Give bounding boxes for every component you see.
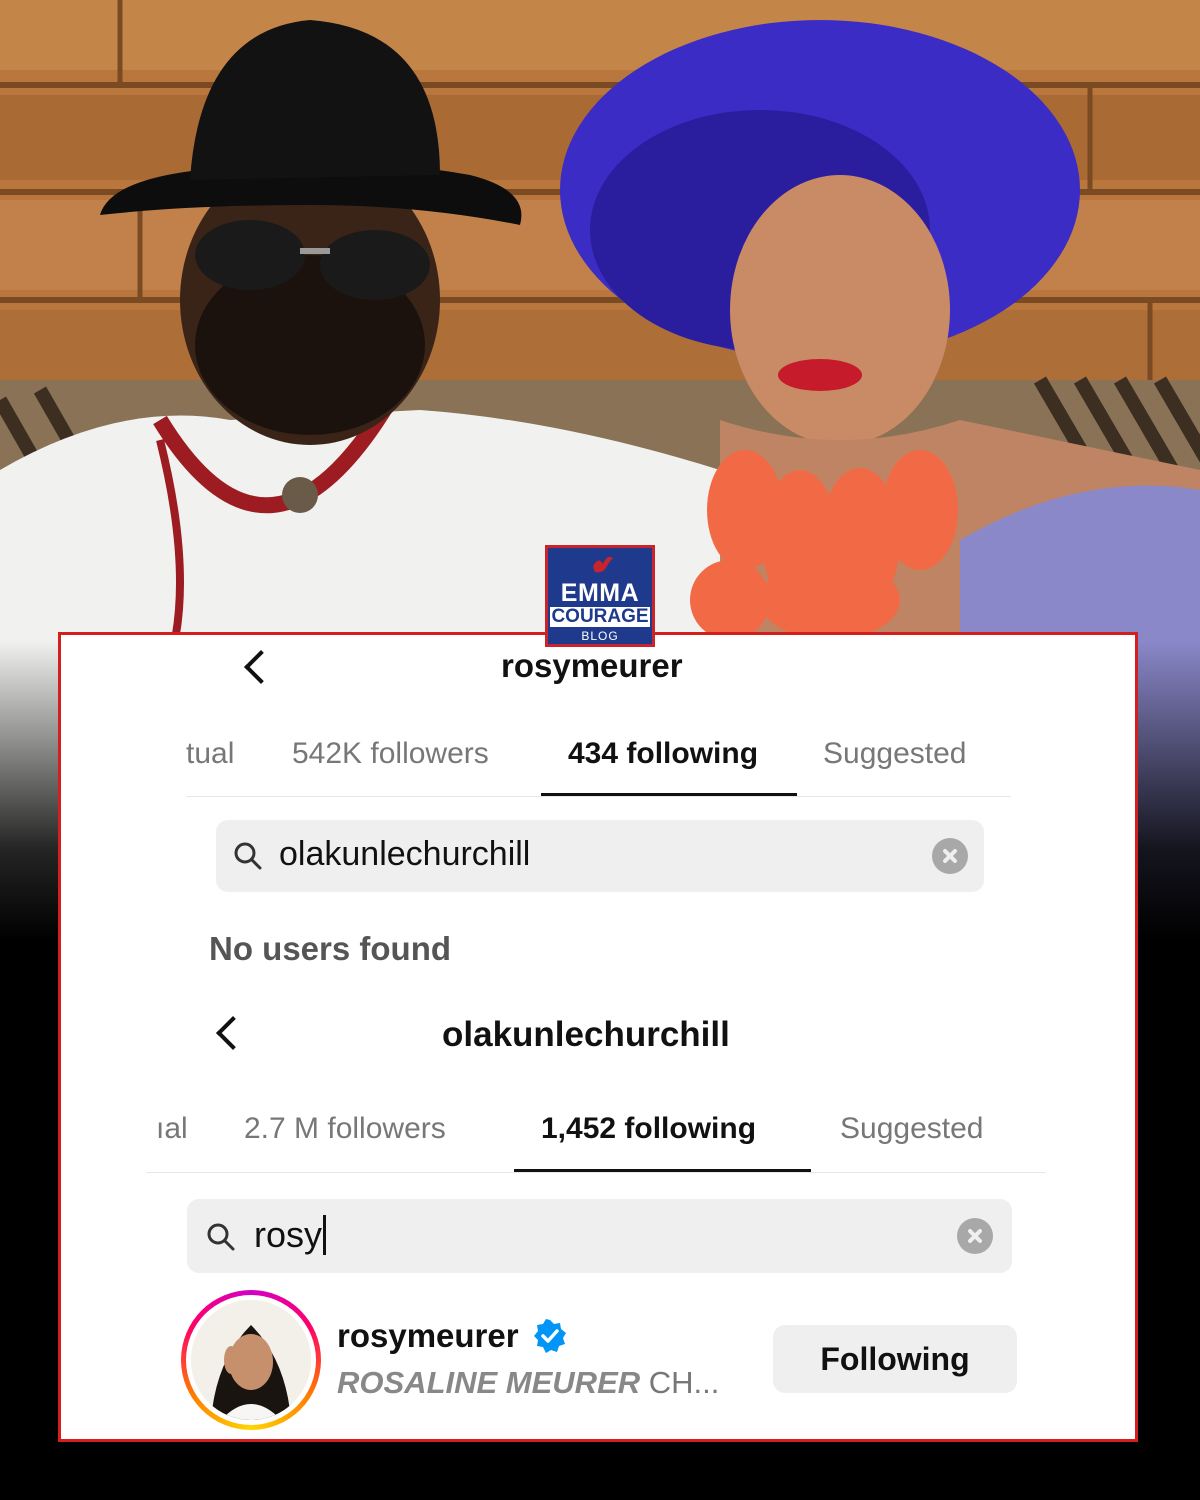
text-caret	[323, 1215, 327, 1255]
tab-following[interactable]: 434 following	[568, 737, 758, 771]
tab-following[interactable]: 1,452 following	[541, 1112, 756, 1146]
tab-mutual[interactable]: tual	[186, 737, 234, 771]
tab-divider	[186, 796, 1011, 797]
tab-divider	[146, 1172, 1046, 1173]
search-icon	[207, 1223, 235, 1251]
search-value: rosy	[254, 1214, 327, 1256]
avatar	[191, 1300, 311, 1420]
tab-followers[interactable]: 2.7 M followers	[244, 1112, 446, 1146]
emma-courage-blog-logo: EMMA COURAGE BLOG	[545, 545, 655, 647]
profile-username: olakunlechurchill	[442, 1015, 730, 1054]
verified-badge-icon	[534, 1319, 566, 1353]
clear-icon[interactable]	[957, 1218, 993, 1254]
search-input[interactable]: rosy	[187, 1199, 1012, 1273]
back-chevron-icon[interactable]	[216, 1016, 250, 1050]
profile-username: rosymeurer	[501, 647, 683, 684]
search-input[interactable]: olakunlechurchill	[216, 820, 984, 892]
search-icon	[234, 842, 262, 870]
result-fullname: ROSALINE MEURER CH...	[337, 1365, 720, 1400]
logo-line-1: EMMA	[560, 579, 640, 607]
back-chevron-icon[interactable]	[244, 650, 278, 684]
avatar-story-ring[interactable]	[181, 1290, 321, 1430]
tab-suggested[interactable]: Suggested	[840, 1112, 983, 1146]
no-users-message: No users found	[209, 930, 452, 967]
result-username: rosymeurer	[337, 1317, 519, 1354]
tab-mutual[interactable]: ıal	[156, 1112, 188, 1146]
logo-line-3: BLOG	[581, 629, 619, 643]
screenshot-card: rosymeurer tual 542K followers 434 follo…	[58, 632, 1138, 1442]
following-button[interactable]: Following	[773, 1325, 1017, 1393]
tab-followers[interactable]: 542K followers	[292, 737, 489, 771]
tab-suggested[interactable]: Suggested	[823, 737, 966, 771]
logo-line-2: COURAGE	[550, 606, 650, 627]
dove-icon	[593, 556, 613, 573]
search-value: olakunlechurchill	[279, 835, 531, 873]
clear-icon[interactable]	[932, 838, 968, 874]
